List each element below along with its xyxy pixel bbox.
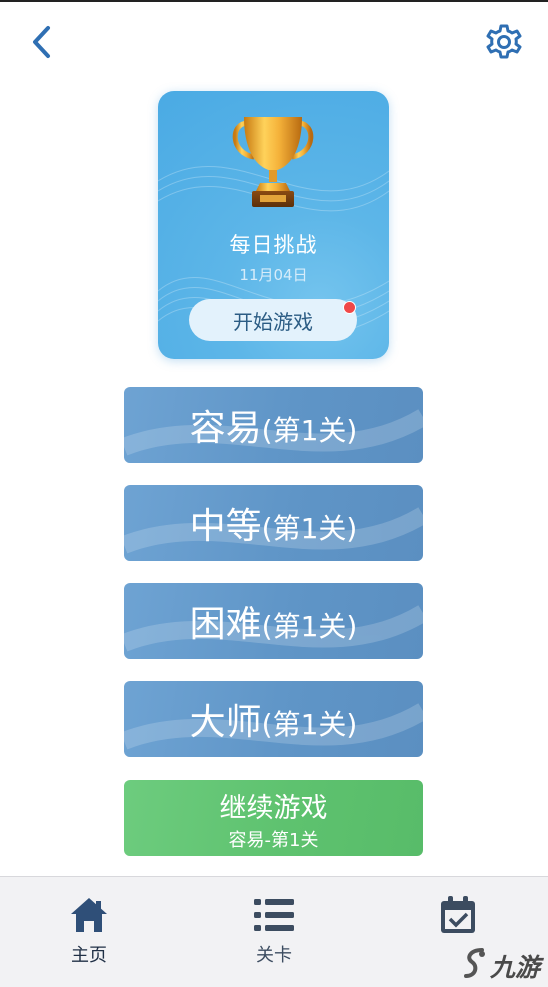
status-bar-edge <box>0 0 548 2</box>
nav-label-levels: 关卡 <box>256 945 292 966</box>
level-hard-button[interactable]: 困难 (第1关) <box>124 583 423 659</box>
start-game-button[interactable]: 开始游戏 <box>189 299 357 341</box>
level-stage: (第1关) <box>261 414 358 447</box>
level-stage: (第1关) <box>261 708 358 741</box>
level-stage: (第1关) <box>261 610 358 643</box>
start-game-label: 开始游戏 <box>233 309 313 334</box>
level-medium-button[interactable]: 中等 (第1关) <box>124 485 423 561</box>
settings-button[interactable] <box>482 20 526 64</box>
calendar-check-icon <box>441 896 475 933</box>
continue-game-title: 继续游戏 <box>219 793 328 824</box>
chevron-left-icon <box>33 26 50 58</box>
nav-item-levels[interactable]: 关卡 <box>214 877 334 987</box>
jiuyou-logo-icon <box>464 948 485 978</box>
back-button[interactable] <box>22 22 62 62</box>
level-easy-button[interactable]: 容易 (第1关) <box>124 387 423 463</box>
level-name: 大师 <box>189 702 262 743</box>
list-icon <box>254 899 294 931</box>
level-name: 中等 <box>189 506 262 547</box>
level-name: 容易 <box>189 408 262 449</box>
gear-icon <box>486 24 522 59</box>
nav-item-home[interactable]: 主页 <box>29 877 149 987</box>
home-icon <box>71 898 107 932</box>
daily-challenge-date: 11月04日 <box>239 266 308 284</box>
daily-challenge-title: 每日挑战 <box>229 233 318 257</box>
continue-game-subtitle: 容易-第1关 <box>228 830 319 851</box>
trophy-icon <box>232 117 314 207</box>
daily-challenge-card[interactable]: 每日挑战 11月04日 开始游戏 <box>158 91 389 359</box>
level-stage: (第1关) <box>261 512 358 545</box>
notification-dot <box>343 301 356 314</box>
level-master-button[interactable]: 大师 (第1关) <box>124 681 423 757</box>
nav-label-home: 主页 <box>71 945 107 966</box>
level-name: 困难 <box>189 604 262 645</box>
watermark-text: 九游 <box>490 953 541 982</box>
watermark: 九游 <box>462 944 546 982</box>
continue-game-button[interactable]: 继续游戏 容易-第1关 <box>124 780 423 856</box>
